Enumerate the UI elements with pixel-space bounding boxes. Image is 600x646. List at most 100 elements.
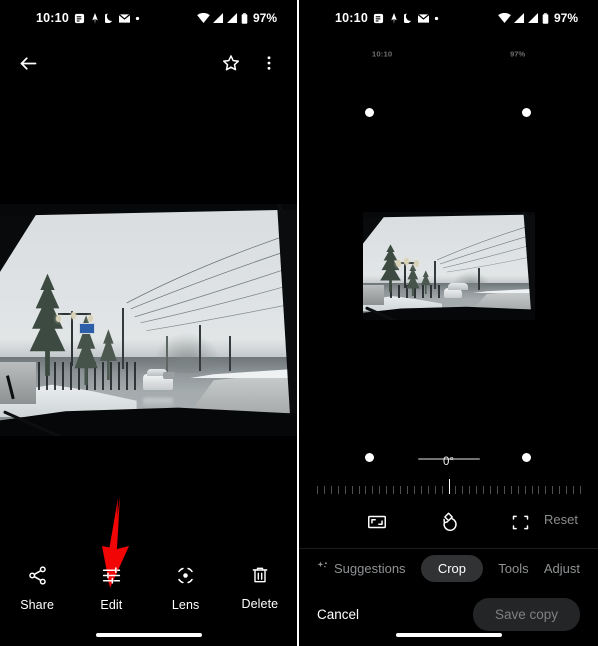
- wifi-icon: [197, 13, 210, 23]
- delete-label: Delete: [241, 597, 279, 611]
- photo-white-car: [443, 283, 468, 299]
- edit-button[interactable]: Edit: [79, 565, 143, 612]
- auto-straighten-icon[interactable]: [508, 509, 534, 535]
- status-bar-left: 10:10: [36, 11, 140, 25]
- photo-bare-trees: [154, 331, 220, 374]
- tab-crop[interactable]: Crop: [420, 555, 483, 582]
- rotation-tick-center: [448, 479, 450, 494]
- rotation-tick: [365, 486, 367, 494]
- reset-button[interactable]: Reset: [544, 512, 578, 527]
- back-button[interactable]: [14, 49, 42, 77]
- photo-action-bar: Share Edit Lens Delete: [0, 556, 297, 620]
- rotation-tick: [441, 486, 443, 494]
- signal-2-icon: [227, 13, 238, 23]
- rotation-tick: [469, 486, 471, 494]
- rotation-tick: [358, 486, 360, 494]
- editor-tab-bar: Suggestions Crop Tools Adjust: [299, 548, 598, 588]
- status-bar-left: 10:10: [335, 11, 439, 25]
- wifi-icon: [498, 13, 511, 23]
- signal-2-icon: [528, 13, 539, 23]
- lens-icon: [175, 565, 196, 591]
- photo-utility-pole-2: [198, 324, 201, 372]
- crop-handle-top-left[interactable]: [365, 108, 374, 117]
- rotation-tick: [386, 486, 388, 494]
- rotation-slider[interactable]: [317, 478, 581, 494]
- photo-viewer-image[interactable]: [0, 204, 297, 436]
- battery-percentage: 97%: [252, 11, 277, 25]
- rotation-tick: [337, 486, 339, 494]
- rotation-tick: [545, 486, 547, 494]
- share-label: Share: [20, 597, 55, 612]
- rotation-tick: [406, 486, 408, 494]
- battery-percentage: 97%: [553, 11, 578, 25]
- sparkle-icon: [317, 561, 329, 576]
- rotation-tick: [580, 486, 581, 494]
- rotation-tick: [455, 486, 457, 494]
- status-bar-right: 97%: [498, 11, 578, 25]
- app-notification-icon: [74, 13, 85, 24]
- gesture-nav-bar[interactable]: [95, 633, 202, 637]
- rotation-tick: [552, 486, 554, 494]
- photo-utility-pole-2: [478, 268, 481, 290]
- photo-car-reflection: [142, 398, 173, 409]
- star-icon[interactable]: [217, 49, 245, 77]
- rotation-tick: [420, 486, 422, 494]
- gesture-nav-bar[interactable]: [395, 633, 502, 637]
- tab-suggestions[interactable]: Suggestions: [317, 561, 406, 576]
- delete-button[interactable]: Delete: [228, 565, 292, 611]
- signal-icon: [514, 13, 525, 23]
- rotation-value-label: 0°: [443, 456, 454, 468]
- photo-lamp-post: [404, 261, 407, 288]
- tune-sliders-icon: [101, 565, 122, 591]
- person-walk-icon: [389, 12, 399, 24]
- photo-distant-car: [163, 372, 176, 380]
- photo-lamp-bulb-1: [395, 260, 401, 268]
- status-bar: 10:10 97%: [299, 0, 598, 36]
- photo-bare-tree-trunk: [166, 336, 169, 374]
- photo-content: [0, 204, 297, 436]
- rotation-tick: [344, 486, 346, 494]
- rotation-tick: [372, 486, 374, 494]
- rotation-tick: [413, 486, 415, 494]
- rotation-tick: [393, 486, 395, 494]
- rotation-tick: [490, 486, 492, 494]
- app-notification-icon: [373, 13, 384, 24]
- rotation-tick: [524, 486, 526, 494]
- cancel-button[interactable]: Cancel: [317, 607, 359, 622]
- photo-lamp-bulb-3: [87, 315, 93, 323]
- battery-icon: [542, 12, 549, 24]
- person-walk-icon: [90, 12, 100, 24]
- status-bar: 10:10 97%: [0, 0, 297, 36]
- photo-lamp-bulb-3: [413, 260, 419, 268]
- photo-blue-sign: [78, 322, 95, 334]
- photo-viewer-screen: 10:10 97% Share Edit Lens Delete: [0, 0, 298, 646]
- rotation-tick: [323, 486, 325, 494]
- rotation-tick: [330, 486, 332, 494]
- tab-adjust[interactable]: Adjust: [544, 561, 580, 576]
- share-button[interactable]: Share: [5, 565, 69, 612]
- crop-preview-image[interactable]: [363, 212, 535, 320]
- moon-dnd-icon: [104, 13, 114, 23]
- rotation-tick: [483, 486, 485, 494]
- battery-icon: [241, 12, 248, 24]
- mail-icon: [118, 13, 130, 23]
- aspect-ratio-icon[interactable]: [364, 509, 390, 535]
- tab-tools[interactable]: Tools: [498, 561, 528, 576]
- rotation-tick: [503, 486, 505, 494]
- rotation-tick: [517, 486, 519, 494]
- rotation-tick: [531, 486, 533, 494]
- status-bar-clock: 10:10: [335, 11, 368, 25]
- trash-icon: [250, 565, 270, 590]
- rotation-tick: [379, 486, 381, 494]
- rotate-icon[interactable]: [436, 509, 462, 535]
- status-bar-right: 97%: [197, 11, 277, 25]
- more-options-icon[interactable]: [255, 49, 283, 77]
- rotation-tick: [496, 486, 498, 494]
- rotation-tick: [427, 486, 429, 494]
- crop-stage[interactable]: [299, 40, 598, 476]
- save-copy-button[interactable]: Save copy: [472, 597, 580, 631]
- crop-photo-content: [363, 212, 535, 320]
- crop-handle-top-right[interactable]: [522, 108, 531, 117]
- rotation-tick: [351, 486, 353, 494]
- lens-button[interactable]: Lens: [154, 565, 218, 612]
